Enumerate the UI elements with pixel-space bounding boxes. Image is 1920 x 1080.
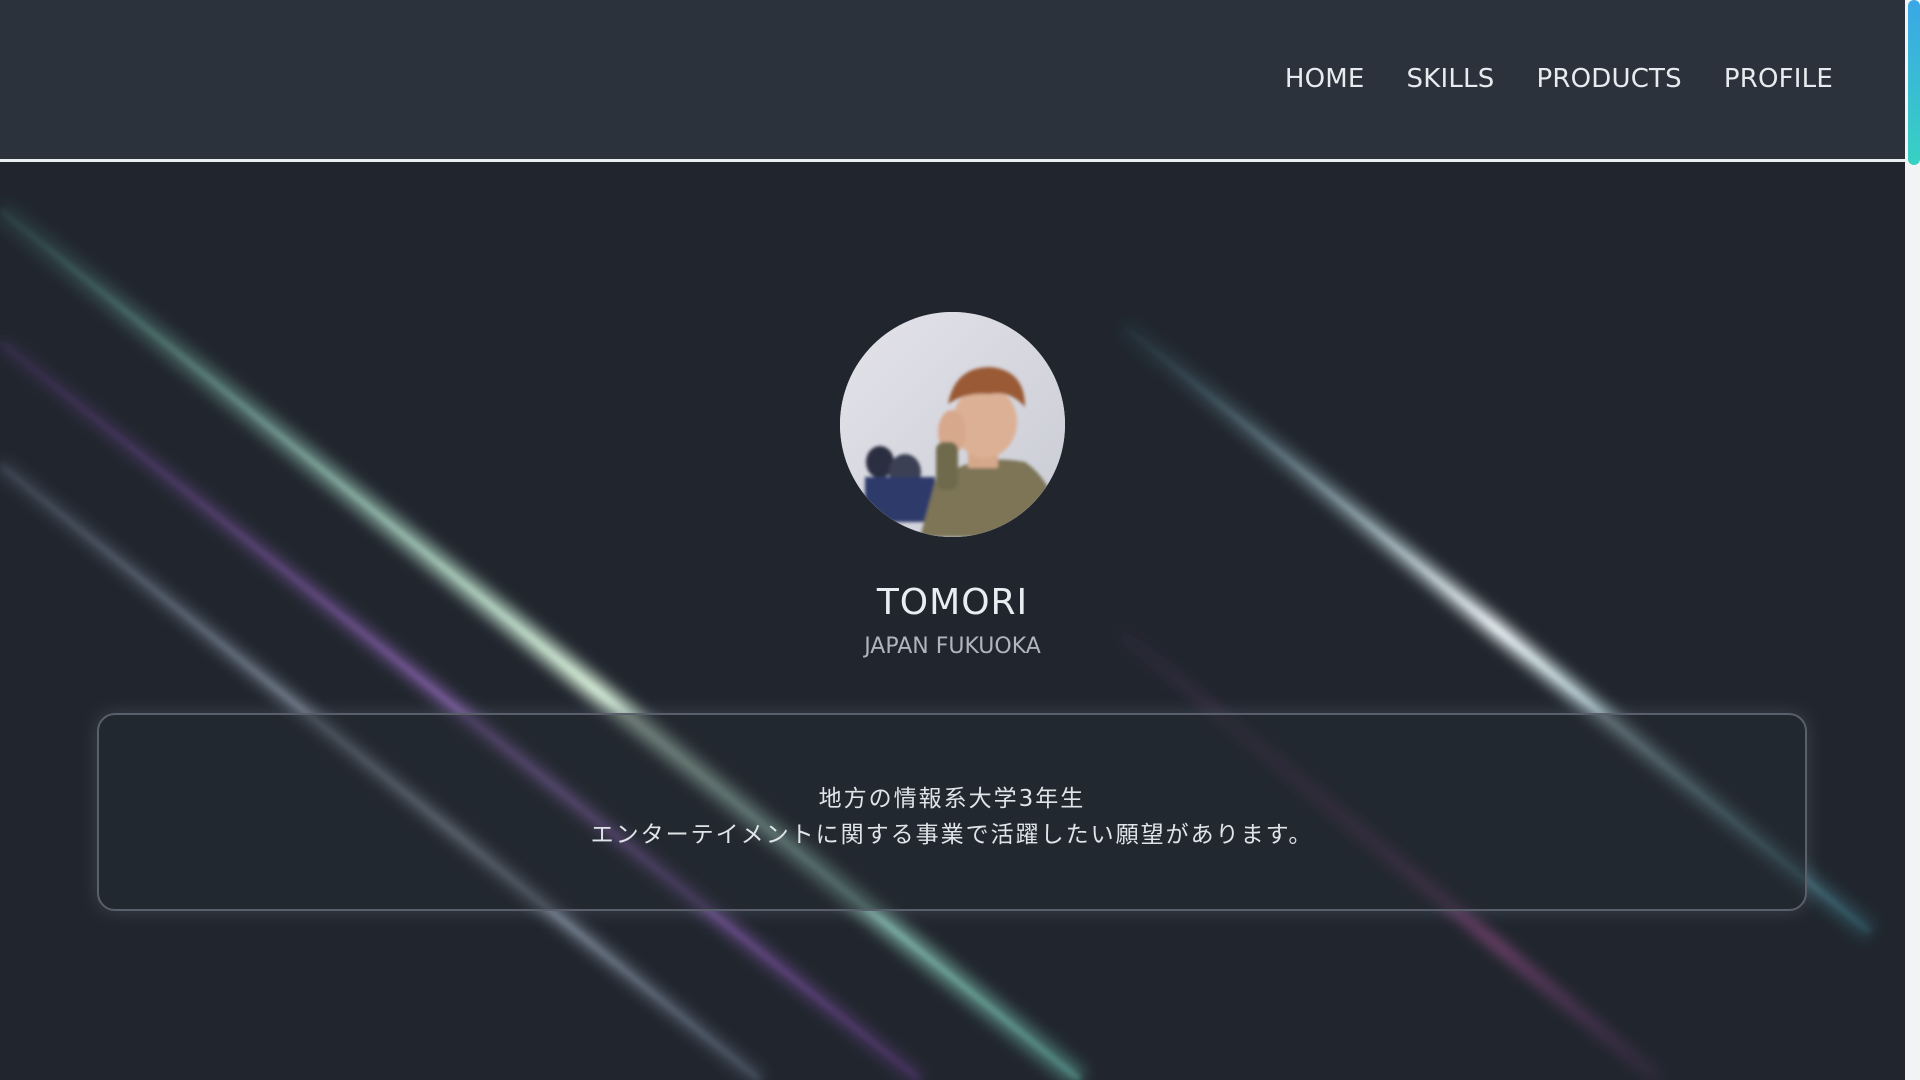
avatar — [840, 312, 1065, 537]
profile-photo-icon — [840, 312, 1065, 537]
main-nav: HOME SKILLS PRODUCTS PROFILE — [1285, 64, 1833, 94]
bio-line-1: 地方の情報系大学3年生 — [818, 786, 1086, 812]
scrollbar-thumb[interactable] — [1908, 0, 1920, 165]
profile-location: JAPAN FUKUOKA — [864, 634, 1041, 659]
page-scrollbar[interactable] — [1905, 0, 1920, 1080]
bio-card: 地方の情報系大学3年生 エンターテイメントに関する事業で活躍したい願望があります… — [97, 713, 1807, 911]
nav-home-link[interactable]: HOME — [1285, 64, 1365, 94]
nav-profile-link[interactable]: PROFILE — [1724, 64, 1833, 94]
page: HOME SKILLS PRODUCTS PROFILE TOMORI JAPA… — [0, 0, 1920, 1080]
beam-purple-core — [0, 340, 921, 1080]
profile-name: TOMORI — [876, 582, 1029, 623]
bio-line-2: エンターテイメントに関する事業で活躍したい願望があります。 — [590, 822, 1314, 848]
nav-skills-link[interactable]: SKILLS — [1407, 64, 1495, 94]
nav-products-link[interactable]: PRODUCTS — [1536, 64, 1681, 94]
site-header: HOME SKILLS PRODUCTS PROFILE — [0, 0, 1905, 162]
